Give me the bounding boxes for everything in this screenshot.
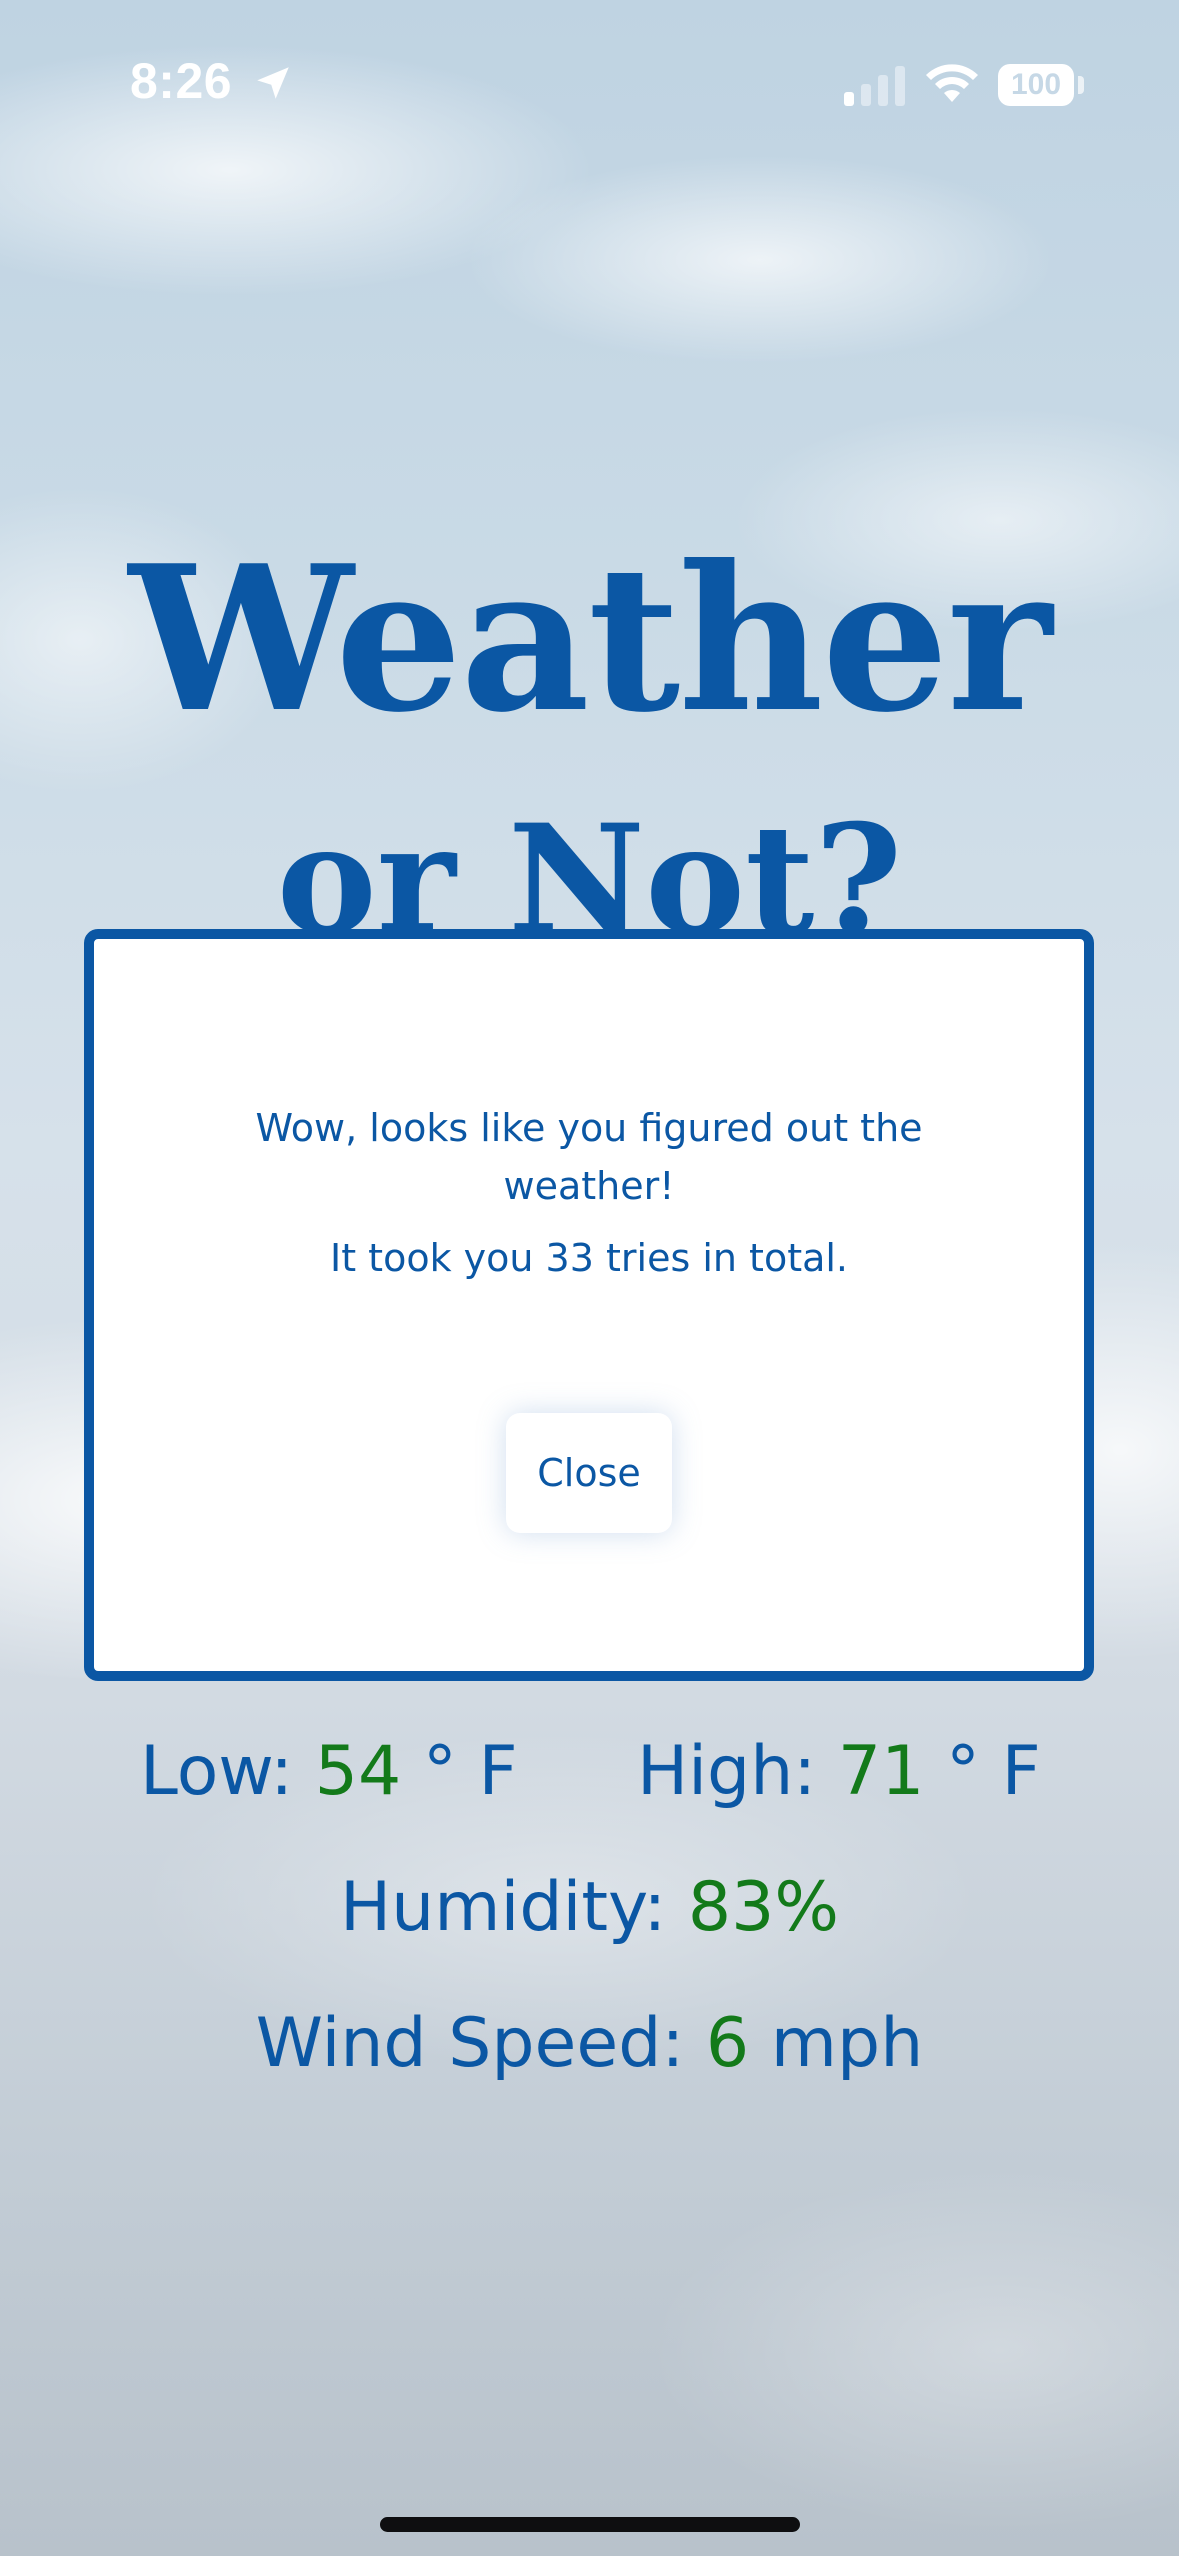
high-label: High: <box>637 1732 838 1811</box>
humidity-value: 83% <box>687 1868 840 1947</box>
wind-speed-row: Wind Speed: 6 mph <box>0 2004 1179 2083</box>
home-indicator[interactable] <box>380 2517 800 2532</box>
modal-message: Wow, looks like you figured out the weat… <box>94 1099 1084 1215</box>
high-value: 71 <box>837 1732 925 1811</box>
low-label: Low: <box>140 1732 315 1811</box>
low-unit: ° F <box>401 1732 518 1811</box>
wind-label: Wind Speed: <box>255 2004 706 2083</box>
battery-icon: 100 <box>998 64 1074 106</box>
battery-level: 100 <box>1010 68 1062 101</box>
modal-tries-text: It took you 33 tries in total. <box>329 1236 849 1280</box>
humidity-row: Humidity: 83% <box>0 1868 1179 1947</box>
modal-message-line-1: Wow, looks like you figured out the <box>255 1106 923 1150</box>
app-title: Weather <box>128 522 1053 757</box>
low-temperature: Low: 54 ° F <box>140 1732 518 1811</box>
modal-message-line-2: weather! <box>503 1164 675 1208</box>
location-arrow-icon <box>257 67 289 99</box>
temperature-row: Low: 54 ° F High: 71 ° F <box>0 1732 1179 1822</box>
wifi-icon <box>926 64 978 102</box>
humidity-label: Humidity: <box>339 1868 688 1947</box>
battery-cap <box>1078 76 1084 94</box>
wind-unit: mph <box>749 2004 924 2083</box>
high-temperature: High: 71 ° F <box>637 1732 1041 1811</box>
result-modal: Wow, looks like you figured out the weat… <box>84 929 1094 1681</box>
low-value: 54 <box>314 1732 402 1811</box>
status-time: 8:26 <box>130 53 233 109</box>
close-button[interactable]: Close <box>506 1413 672 1533</box>
wind-value: 6 <box>705 2004 750 2083</box>
high-unit: ° F <box>924 1732 1041 1811</box>
cellular-signal-icon <box>844 66 905 106</box>
status-bar: 8:26 100 <box>0 0 1179 150</box>
